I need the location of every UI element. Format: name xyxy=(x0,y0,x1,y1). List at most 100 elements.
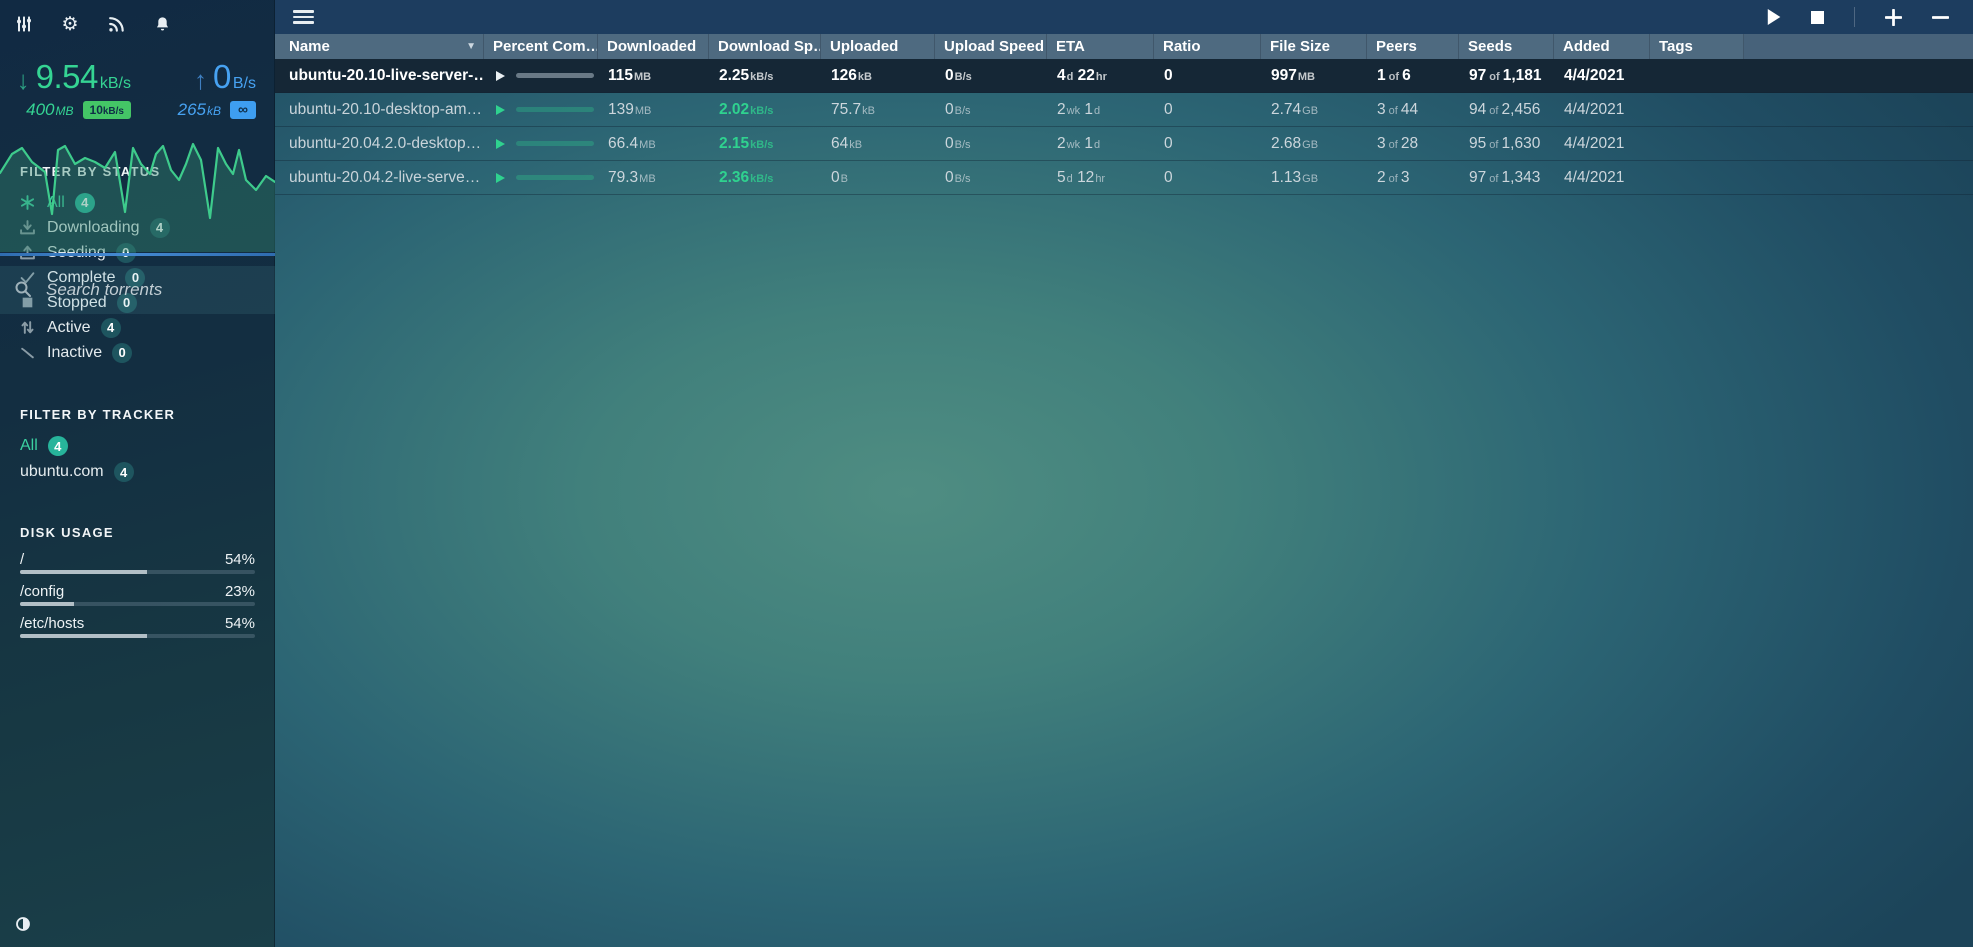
eta-cell: 2wk 1d xyxy=(1047,93,1154,126)
torrent-row[interactable]: ubuntu-20.04.2.0-desktop… 66.4MB2.15kB/s… xyxy=(275,127,1973,161)
column-header-tags[interactable]: Tags xyxy=(1650,34,1744,59)
column-header-label: Percent Com… xyxy=(493,38,598,55)
column-header-label: Peers xyxy=(1376,38,1417,55)
file-size-cell: 2.74GB xyxy=(1261,93,1367,126)
torrent-row[interactable]: ubuntu-20.04.2-live-serve… 79.3MB2.36kB/… xyxy=(275,161,1973,195)
sort-descending-icon: ▼ xyxy=(466,34,476,59)
download-total: 400 xyxy=(26,100,54,119)
column-header-eta[interactable]: ETA xyxy=(1047,34,1154,59)
column-header-uploaded[interactable]: Uploaded xyxy=(821,34,935,59)
torrent-name-cell: ubuntu-20.10-desktop-am… xyxy=(275,93,484,126)
tracker-count-badge: 4 xyxy=(48,436,68,456)
downloaded-cell: 79.3MB xyxy=(598,161,709,194)
upload-arrow-icon: ↑ xyxy=(194,65,207,96)
download-limit-badge[interactable]: 10kB/s xyxy=(83,101,131,119)
transfer-speeds: ↓ 9.54 kB/s 400MB 10kB/s ↑ 0 B/s 265kB ∞ xyxy=(0,58,274,120)
tracker-item-ubuntu-com[interactable]: ubuntu.com4 xyxy=(20,459,255,485)
filter-item-active[interactable]: Active 4 xyxy=(20,315,255,340)
download-speed-unit: kB/s xyxy=(100,75,131,93)
downloaded-cell: 139MB xyxy=(598,93,709,126)
theme-toggle-icon[interactable] xyxy=(14,915,34,935)
filter-item-inactive[interactable]: Inactive0 xyxy=(20,340,255,365)
upload-speed-cell: 0B/s xyxy=(935,127,1047,160)
remove-torrent-icon[interactable] xyxy=(1932,9,1949,26)
uploaded-cell: 75.7kB xyxy=(821,93,935,126)
column-header-file-size[interactable]: File Size xyxy=(1261,34,1367,59)
torrent-row[interactable]: ubuntu-20.10-desktop-am… 139MB2.02kB/s75… xyxy=(275,93,1973,127)
disk-section-title: DISK USAGE xyxy=(20,525,255,540)
column-header-seeds[interactable]: Seeds xyxy=(1459,34,1554,59)
column-header-filler xyxy=(1744,34,1973,59)
column-header-percent-com[interactable]: Percent Com… xyxy=(484,34,598,59)
filter-count-badge: 0 xyxy=(112,343,132,363)
disk-usage-section: DISK USAGE /54%/config23%/etc/hosts54% xyxy=(20,525,255,638)
sidebar-icon-bar: ⚙ xyxy=(0,0,274,36)
search-icon xyxy=(14,280,34,300)
rss-icon[interactable] xyxy=(104,12,128,36)
toolbar xyxy=(275,0,1973,34)
search-input[interactable] xyxy=(46,280,256,300)
column-header-label: Uploaded xyxy=(830,38,898,55)
download-arrow-icon: ↓ xyxy=(17,65,30,96)
download-speed-cell: 2.25kB/s xyxy=(709,59,821,92)
column-header-name[interactable]: Name▼ xyxy=(275,34,484,59)
column-header-label: Seeds xyxy=(1468,38,1512,55)
ratio-cell: 0 xyxy=(1154,127,1261,160)
disk-usage-row: /54% xyxy=(20,551,255,574)
stop-torrent-icon[interactable] xyxy=(1811,11,1824,24)
download-speed-block: ↓ 9.54 kB/s 400MB 10kB/s xyxy=(0,58,137,120)
percent-complete-cell xyxy=(484,93,598,126)
disk-usage-bar xyxy=(20,570,255,574)
search-box[interactable] xyxy=(0,266,275,314)
eta-cell: 4d 22hr xyxy=(1047,59,1154,92)
start-torrent-icon[interactable] xyxy=(1766,9,1781,25)
peers-cell: 3 of 44 xyxy=(1367,93,1459,126)
column-header-downloaded[interactable]: Downloaded xyxy=(598,34,709,59)
upload-speed-value: 0 xyxy=(213,58,231,96)
tags-cell xyxy=(1650,161,1744,194)
torrent-name-cell: ubuntu-20.10-live-server-… xyxy=(275,59,484,92)
tags-cell xyxy=(1650,93,1744,126)
disk-usage-fill xyxy=(20,602,74,606)
file-size-cell: 997MB xyxy=(1261,59,1367,92)
disk-percent: 54% xyxy=(225,615,255,634)
tags-cell xyxy=(1650,127,1744,160)
file-size-cell: 2.68GB xyxy=(1261,127,1367,160)
added-cell: 4/4/2021 xyxy=(1554,59,1650,92)
upload-limit-badge[interactable]: ∞ xyxy=(230,101,256,119)
column-header-ratio[interactable]: Ratio xyxy=(1154,34,1261,59)
main-area: Name▼ Percent Com… Downloaded Download Sp… U… xyxy=(275,0,1973,947)
column-header-added[interactable]: Added xyxy=(1554,34,1650,59)
download-speed-value: 9.54 xyxy=(36,58,98,96)
disk-usage-bar xyxy=(20,602,255,606)
download-speed-cell: 2.36kB/s xyxy=(709,161,821,194)
ratio-cell: 0 xyxy=(1154,59,1261,92)
column-header-upload-speed[interactable]: Upload Speed xyxy=(935,34,1047,59)
filter-by-tracker-section: FILTER BY TRACKER All4ubuntu.com4 xyxy=(20,407,255,485)
percent-complete-cell xyxy=(484,59,598,92)
filter-label: Active xyxy=(47,319,91,337)
upload-speed-cell: 0B/s xyxy=(935,59,1047,92)
column-header-peers[interactable]: Peers xyxy=(1367,34,1459,59)
column-header-download-sp[interactable]: Download Sp… xyxy=(709,34,821,59)
torrent-name-cell: ubuntu-20.04.2.0-desktop… xyxy=(275,127,484,160)
add-torrent-icon[interactable] xyxy=(1885,9,1902,26)
filter-count-badge: 4 xyxy=(101,318,121,338)
disk-usage-bar xyxy=(20,634,255,638)
tracker-label: All xyxy=(20,437,38,455)
upload-speed-cell: 0B/s xyxy=(935,93,1047,126)
ratio-cell: 0 xyxy=(1154,93,1261,126)
bell-icon[interactable] xyxy=(150,12,174,36)
torrent-name-cell: ubuntu-20.04.2-live-serve… xyxy=(275,161,484,194)
sliders-icon[interactable] xyxy=(12,12,36,36)
menu-icon[interactable] xyxy=(293,7,314,27)
gear-icon[interactable]: ⚙ xyxy=(58,12,82,36)
seeds-cell: 95 of 1,630 xyxy=(1459,127,1554,160)
column-header-label: Downloaded xyxy=(607,38,696,55)
peers-cell: 1 of 6 xyxy=(1367,59,1459,92)
tracker-item-all[interactable]: All 4 xyxy=(20,433,255,459)
added-cell: 4/4/2021 xyxy=(1554,127,1650,160)
torrent-row[interactable]: ubuntu-20.10-live-server-… 115MB2.25kB/s… xyxy=(275,59,1973,93)
sidebar: ⚙ ↓ 9.54 kB/s 400MB 10kB/s ↑ xyxy=(0,0,275,947)
column-header-label: Tags xyxy=(1659,38,1693,55)
